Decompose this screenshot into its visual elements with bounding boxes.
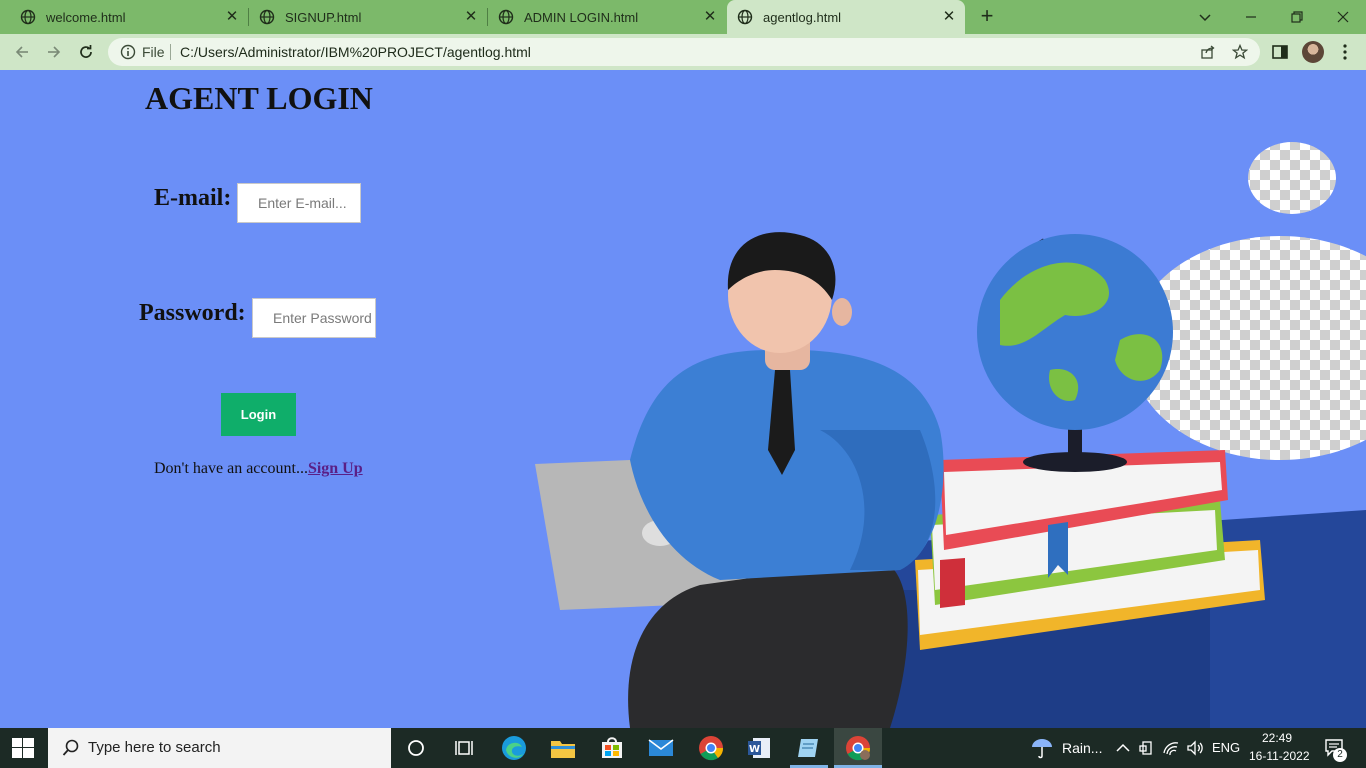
password-field[interactable] xyxy=(252,298,376,338)
star-icon[interactable] xyxy=(1232,44,1248,60)
email-label: E-mail: xyxy=(154,185,232,211)
close-icon[interactable]: ✕ xyxy=(463,9,479,25)
minimize-button[interactable] xyxy=(1228,0,1274,34)
tab-title: welcome.html xyxy=(46,9,126,25)
side-panel-icon[interactable] xyxy=(1270,42,1290,62)
chrome-active-app[interactable] xyxy=(844,734,872,762)
weather-rain-icon[interactable] xyxy=(1030,737,1054,759)
folder-icon xyxy=(551,741,575,758)
login-button[interactable]: Login xyxy=(221,393,296,436)
language-indicator[interactable]: ENG xyxy=(1212,740,1240,755)
address-bar[interactable]: File C:/Users/Administrator/IBM%20PROJEC… xyxy=(108,38,1260,66)
file-explorer-app[interactable] xyxy=(549,734,577,762)
restore-button[interactable] xyxy=(1274,0,1320,34)
edge-icon xyxy=(502,736,526,760)
globe-icon xyxy=(20,9,36,25)
chevron-up-icon[interactable] xyxy=(1114,739,1132,757)
search-icon xyxy=(62,739,79,756)
globe-icon xyxy=(259,9,275,25)
task-view-button[interactable] xyxy=(450,734,478,762)
chrome-app[interactable] xyxy=(697,734,725,762)
globe-icon xyxy=(498,9,514,25)
store-app[interactable] xyxy=(598,734,626,762)
store-icon xyxy=(602,737,622,758)
page-title: AGENT LOGIN xyxy=(145,80,373,116)
signup-link[interactable]: Sign Up xyxy=(308,460,363,477)
close-window-button[interactable] xyxy=(1320,0,1366,34)
mail-app[interactable] xyxy=(647,734,675,762)
meet-icon[interactable] xyxy=(1138,739,1156,757)
more-menu-icon[interactable] xyxy=(1343,43,1347,61)
scheme-label: File xyxy=(142,44,165,60)
signup-prompt-text: Don't have an account... xyxy=(154,460,308,477)
close-icon[interactable]: ✕ xyxy=(224,9,240,25)
tab-title: ADMIN LOGIN.html xyxy=(524,9,639,25)
notification-badge: 2 xyxy=(1333,748,1347,762)
chevron-down-icon xyxy=(1199,14,1211,22)
windows-start-icon[interactable] xyxy=(12,738,34,758)
restore-icon xyxy=(1291,11,1303,23)
taskbar: Type here to search W Rain... ENG 22:49 … xyxy=(0,728,1366,768)
tab-strip: welcome.html ✕ SIGNUP.html ✕ ADMIN LOGIN… xyxy=(0,0,1366,34)
word-app[interactable]: W xyxy=(745,734,773,762)
agent-illustration xyxy=(535,142,1366,728)
new-tab-button[interactable]: + xyxy=(976,5,998,28)
tab-welcome[interactable]: welcome.html ✕ xyxy=(0,0,248,34)
arrow-left-icon xyxy=(15,46,28,58)
profile-avatar[interactable] xyxy=(1302,41,1324,63)
taskbar-search[interactable]: Type here to search xyxy=(48,728,391,768)
tab-admin-login[interactable]: ADMIN LOGIN.html ✕ xyxy=(488,0,726,34)
edge-app[interactable] xyxy=(500,734,528,762)
share-icon[interactable] xyxy=(1200,44,1216,60)
reload-icon xyxy=(80,45,92,58)
notepad-app[interactable] xyxy=(794,734,822,762)
omnibox-divider xyxy=(170,44,171,60)
cortana-button[interactable] xyxy=(402,734,430,762)
checker-oval-small xyxy=(1248,142,1336,214)
svg-text:W: W xyxy=(749,744,760,755)
clock-time[interactable]: 22:49 xyxy=(1262,731,1292,745)
clock-date[interactable]: 16-11-2022 xyxy=(1249,749,1310,763)
volume-icon[interactable] xyxy=(1186,739,1204,757)
reload-button[interactable] xyxy=(74,40,98,64)
weather-text[interactable]: Rain... xyxy=(1062,740,1102,756)
tab-title: SIGNUP.html xyxy=(285,9,362,25)
info-icon[interactable] xyxy=(120,44,136,60)
wifi-icon[interactable] xyxy=(1162,739,1180,757)
close-icon[interactable]: ✕ xyxy=(941,9,957,25)
task-view-icon xyxy=(455,741,473,755)
cortana-icon xyxy=(408,740,424,756)
notepad-icon xyxy=(798,739,818,757)
close-icon[interactable]: ✕ xyxy=(702,9,718,25)
chrome-icon xyxy=(846,736,871,761)
tab-title: agentlog.html xyxy=(763,9,842,25)
signup-prompt: Don't have an account...Sign Up xyxy=(154,460,363,478)
browser-toolbar: File C:/Users/Administrator/IBM%20PROJEC… xyxy=(0,34,1366,70)
back-button[interactable] xyxy=(10,40,34,64)
tab-signup[interactable]: SIGNUP.html ✕ xyxy=(249,0,487,34)
close-icon xyxy=(1337,11,1349,23)
globe-icon xyxy=(737,9,753,25)
search-placeholder: Type here to search xyxy=(88,739,221,756)
page-content: AGENT LOGIN E-mail: Password: Login Don'… xyxy=(0,70,1366,728)
tab-agentlog[interactable]: agentlog.html ✕ xyxy=(727,0,965,34)
arrow-right-icon xyxy=(48,46,61,58)
url-text[interactable]: C:/Users/Administrator/IBM%20PROJECT/age… xyxy=(180,44,531,60)
email-field[interactable] xyxy=(237,183,361,223)
mail-icon xyxy=(648,739,674,756)
minimize-icon xyxy=(1246,16,1256,18)
password-label: Password: xyxy=(139,300,246,326)
word-icon: W xyxy=(748,738,770,758)
tab-search-button[interactable] xyxy=(1182,0,1228,34)
chrome-icon xyxy=(699,736,724,761)
forward-button[interactable] xyxy=(42,40,66,64)
